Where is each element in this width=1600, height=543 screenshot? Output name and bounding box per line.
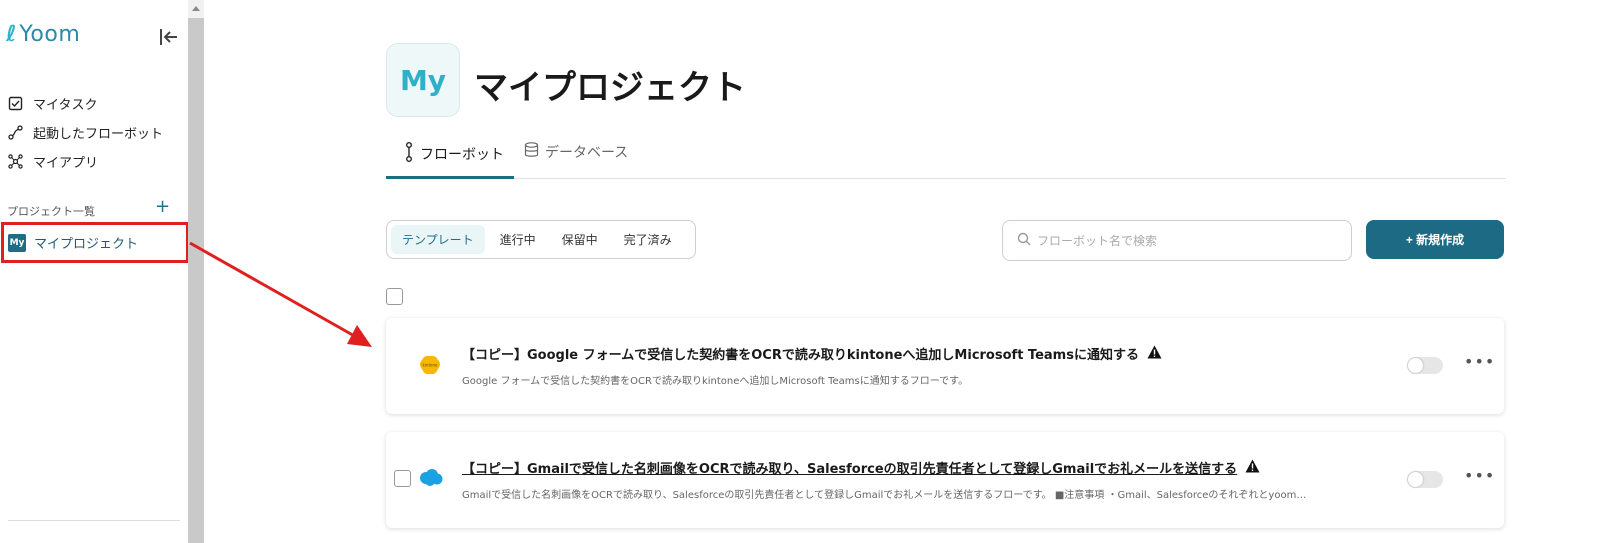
- card-title-text: 【コピー】Google フォームで受信した契約書をOCRで読み取りkintone…: [462, 348, 1139, 363]
- svg-text:kintone: kintone: [423, 363, 439, 368]
- sidebar-item-label: マイタスク: [33, 97, 98, 113]
- sidebar-item-label: マイアプリ: [33, 155, 99, 171]
- card-description: Gmailで受信した名刺画像をOCRで読み取り、Salesforceの取引先責任…: [462, 490, 1307, 501]
- sidebar-item-started-flowbots[interactable]: 起動したフローボット: [8, 121, 163, 143]
- tab-divider: [386, 178, 1506, 179]
- flow-icon: [8, 124, 23, 140]
- add-project-button[interactable]: +: [155, 196, 170, 217]
- tab-label: フローボット: [420, 147, 504, 163]
- scroll-up-arrow-icon[interactable]: [188, 0, 204, 18]
- enable-toggle[interactable]: [1407, 357, 1443, 374]
- more-options-icon[interactable]: •••: [1464, 466, 1495, 485]
- search-box: [1002, 220, 1352, 261]
- new-create-button[interactable]: + 新規作成: [1366, 220, 1504, 259]
- more-options-icon[interactable]: •••: [1464, 352, 1495, 371]
- filter-in-progress[interactable]: 進行中: [489, 225, 547, 254]
- search-icon: [1017, 231, 1031, 250]
- card-title-text: 【コピー】Gmailで受信した名刺画像をOCRで読み取り、Salesforceの…: [462, 462, 1238, 477]
- salesforce-icon: [418, 468, 443, 490]
- warning-icon: [1147, 345, 1162, 363]
- sidebar-item-label: 起動したフローボット: [33, 126, 164, 142]
- database-icon: [524, 142, 539, 162]
- apps-icon: [8, 153, 23, 169]
- tab-database[interactable]: データベース: [524, 142, 628, 162]
- card-title[interactable]: 【コピー】Google フォームで受信した契約書をOCRで読み取りkintone…: [462, 344, 1162, 363]
- flow-node-icon: [404, 142, 414, 166]
- collapse-sidebar-icon[interactable]: [157, 25, 181, 49]
- sidebar-item-my-tasks[interactable]: マイタスク: [8, 92, 97, 114]
- divider: [8, 520, 180, 521]
- logo[interactable]: ℓ Yoom: [6, 22, 80, 47]
- kintone-icon: kintone: [418, 354, 442, 376]
- page-title: マイプロジェクト: [474, 68, 746, 108]
- enable-toggle[interactable]: [1407, 471, 1443, 488]
- main-content: My マイプロジェクト フローボット データベース テンプレート 進行中 保留中…: [204, 0, 1600, 543]
- checkbox-icon: [8, 96, 23, 111]
- warning-icon: [1245, 459, 1260, 477]
- sidebar-item-my-apps[interactable]: マイアプリ: [8, 150, 98, 172]
- filter-template[interactable]: テンプレート: [391, 225, 485, 254]
- annotation-highlight-box: [1, 222, 189, 263]
- flowbot-card[interactable]: 【コピー】Gmailで受信した名刺画像をOCRで読み取り、Salesforceの…: [386, 432, 1504, 528]
- search-input[interactable]: [1037, 233, 1317, 248]
- project-list-heading: プロジェクト一覧: [7, 205, 95, 218]
- tab-label: データベース: [545, 145, 629, 161]
- select-all-checkbox[interactable]: [386, 288, 403, 305]
- logo-text: Yoom: [19, 22, 81, 47]
- sidebar: ℓ Yoom マイタスク 起動したフローボット マイアプリ プロジェクト一覧 +…: [0, 0, 191, 543]
- status-filter-group: テンプレート 進行中 保留中 完了済み: [386, 220, 696, 259]
- project-icon: My: [386, 43, 460, 117]
- flowbot-card[interactable]: kintone 【コピー】Google フォームで受信した契約書をOCRで読み取…: [386, 318, 1504, 414]
- yoom-logo-icon: ℓ: [6, 22, 17, 47]
- tab-flowbot[interactable]: フローボット: [404, 142, 504, 166]
- filter-on-hold[interactable]: 保留中: [551, 225, 609, 254]
- card-checkbox[interactable]: [394, 470, 411, 487]
- filter-completed[interactable]: 完了済み: [613, 225, 683, 254]
- sidebar-scrollbar[interactable]: [188, 0, 204, 543]
- card-title[interactable]: 【コピー】Gmailで受信した名刺画像をOCRで読み取り、Salesforceの…: [462, 458, 1260, 477]
- card-description: Google フォームで受信した契約書をOCRで読み取りkintoneへ追加しM…: [462, 376, 969, 387]
- active-tab-indicator: [386, 176, 514, 179]
